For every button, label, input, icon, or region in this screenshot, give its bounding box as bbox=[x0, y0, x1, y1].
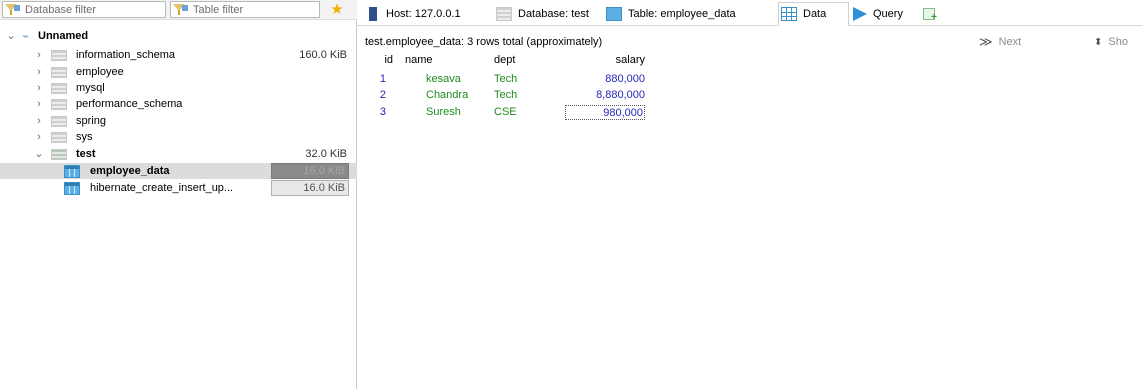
tree-table-item-selected[interactable]: employee_data 16.0 KiB bbox=[0, 163, 357, 179]
table-icon bbox=[64, 165, 80, 178]
tab-host[interactable]: Host: 127.0.0.1 bbox=[365, 3, 490, 24]
next-label: Next bbox=[998, 36, 1022, 48]
database-filter-input[interactable]: Database filter bbox=[2, 1, 166, 18]
column-header-dept[interactable]: dept bbox=[494, 54, 515, 69]
tree-db-label: employee bbox=[76, 66, 124, 78]
table-cell-dept[interactable]: CSE bbox=[494, 105, 517, 120]
next-button[interactable]: ≫ Next bbox=[979, 34, 1022, 49]
table-cell-name[interactable]: kesava bbox=[426, 72, 461, 87]
database-icon bbox=[51, 132, 67, 143]
chevron-right-icon[interactable]: › bbox=[34, 64, 44, 80]
column-header-salary[interactable]: salary bbox=[567, 54, 645, 69]
database-icon bbox=[51, 67, 67, 78]
table-size: 16.0 KiB bbox=[271, 180, 349, 196]
column-header-name[interactable]: name bbox=[405, 54, 433, 69]
table-filter-input[interactable]: Table filter bbox=[170, 1, 320, 18]
sort-arrows-icon: ⬍ bbox=[1094, 36, 1103, 48]
tree-db-label: test bbox=[76, 148, 96, 160]
table-cell-id[interactable]: 3 bbox=[369, 105, 386, 120]
table-filter-placeholder: Table filter bbox=[193, 3, 244, 16]
table-icon bbox=[606, 6, 622, 21]
chevron-right-icon[interactable]: › bbox=[34, 129, 44, 145]
tab-host-label: Host: 127.0.0.1 bbox=[386, 7, 461, 20]
tree-db-item-selected[interactable]: ⌄ test 32.0 KiB bbox=[0, 146, 357, 162]
data-grid[interactable]: id name dept salary 1 kesava Tech 880,00… bbox=[357, 54, 1142, 389]
double-chevron-right-icon: ≫ bbox=[979, 34, 993, 49]
database-icon bbox=[51, 99, 67, 110]
tree-db-label: mysql bbox=[76, 82, 105, 94]
database-icon bbox=[51, 149, 67, 160]
tree-table-label: employee_data bbox=[90, 165, 170, 177]
tree-db-item[interactable]: › performance_schema bbox=[0, 96, 357, 112]
tree-db-item[interactable]: › spring bbox=[0, 113, 357, 129]
table-cell-salary[interactable]: 8,880,000 bbox=[565, 88, 645, 103]
tab-query-label: Query bbox=[873, 7, 903, 20]
table-cell-name[interactable]: Chandra bbox=[426, 88, 468, 103]
tree-db-label: spring bbox=[76, 115, 106, 127]
table-cell-id[interactable]: 1 bbox=[369, 72, 386, 87]
tree-db-label: sys bbox=[76, 131, 93, 143]
database-icon bbox=[51, 116, 67, 127]
grid-icon bbox=[781, 7, 797, 21]
chevron-right-icon[interactable]: › bbox=[34, 80, 44, 96]
chevron-right-icon[interactable]: › bbox=[34, 47, 44, 63]
tree-db-item[interactable]: › information_schema 160.0 KiB bbox=[0, 47, 357, 63]
data-info-bar: test.employee_data: 3 rows total (approx… bbox=[357, 34, 1142, 52]
favorites-star-icon[interactable]: ★ bbox=[329, 2, 345, 18]
db-size: 160.0 KiB bbox=[299, 49, 347, 61]
table-cell-dept[interactable]: Tech bbox=[494, 88, 517, 103]
tree-table-item[interactable]: hibernate_create_insert_up... 16.0 KiB bbox=[0, 180, 357, 196]
tree-root[interactable]: ⌄ ⌁ Unnamed bbox=[0, 28, 357, 44]
column-header-id[interactable]: id bbox=[369, 54, 393, 69]
tree-root-label: Unnamed bbox=[38, 30, 89, 42]
main-tab-bar: Host: 127.0.0.1 Database: test Table: em… bbox=[357, 0, 1142, 26]
table-cell-salary-focused[interactable]: 980,000 bbox=[565, 105, 645, 120]
table-cell-id[interactable]: 2 bbox=[369, 88, 386, 103]
table-cell-dept[interactable]: Tech bbox=[494, 72, 517, 87]
network-icon: ⌁ bbox=[22, 29, 30, 43]
filter-icon bbox=[173, 3, 189, 16]
tree-db-item[interactable]: › employee bbox=[0, 64, 357, 80]
database-filter-placeholder: Database filter bbox=[25, 3, 96, 16]
tree-db-item[interactable]: › mysql bbox=[0, 80, 357, 96]
show-all-button[interactable]: ⬍ Sho bbox=[1094, 36, 1128, 48]
chevron-right-icon[interactable]: › bbox=[34, 96, 44, 112]
chevron-right-icon[interactable]: › bbox=[34, 113, 44, 129]
new-query-tab-button[interactable] bbox=[921, 3, 941, 24]
database-icon bbox=[51, 83, 67, 94]
table-cell-name[interactable]: Suresh bbox=[426, 105, 461, 120]
tab-database-label: Database: test bbox=[518, 7, 589, 20]
tab-data[interactable]: Data bbox=[778, 2, 849, 26]
play-icon bbox=[853, 6, 867, 21]
filter-bar: Database filter Table filter ★ bbox=[0, 0, 357, 20]
table-cell-salary[interactable]: 880,000 bbox=[565, 72, 645, 87]
chevron-down-icon[interactable]: ⌄ bbox=[34, 146, 44, 162]
tree-db-label: information_schema bbox=[76, 49, 176, 61]
table-size: 16.0 KiB bbox=[271, 163, 349, 179]
database-tree-panel: Database filter Table filter ★ ⌄ ⌁ Unnam… bbox=[0, 0, 357, 389]
tab-query[interactable]: Query bbox=[851, 3, 917, 24]
tab-database[interactable]: Database: test bbox=[494, 3, 604, 24]
row-count-info: test.employee_data: 3 rows total (approx… bbox=[365, 36, 603, 48]
tree-db-item[interactable]: › sys bbox=[0, 129, 357, 145]
show-label: Sho bbox=[1108, 36, 1128, 48]
tab-table-label: Table: employee_data bbox=[628, 7, 736, 20]
tree-table-label: hibernate_create_insert_up... bbox=[90, 182, 234, 194]
database-icon bbox=[51, 50, 67, 61]
db-size: 32.0 KiB bbox=[305, 148, 347, 160]
host-icon bbox=[369, 6, 377, 21]
tree-db-label: performance_schema bbox=[76, 98, 183, 110]
database-icon bbox=[496, 6, 512, 21]
table-icon bbox=[64, 182, 80, 195]
new-query-tab-icon bbox=[923, 7, 937, 23]
chevron-down-icon[interactable]: ⌄ bbox=[6, 28, 16, 44]
heidisql-window: Database filter Table filter ★ ⌄ ⌁ Unnam… bbox=[0, 0, 1142, 389]
tab-table[interactable]: Table: employee_data bbox=[604, 3, 776, 24]
filter-icon bbox=[5, 3, 21, 16]
tab-data-label: Data bbox=[803, 8, 827, 20]
